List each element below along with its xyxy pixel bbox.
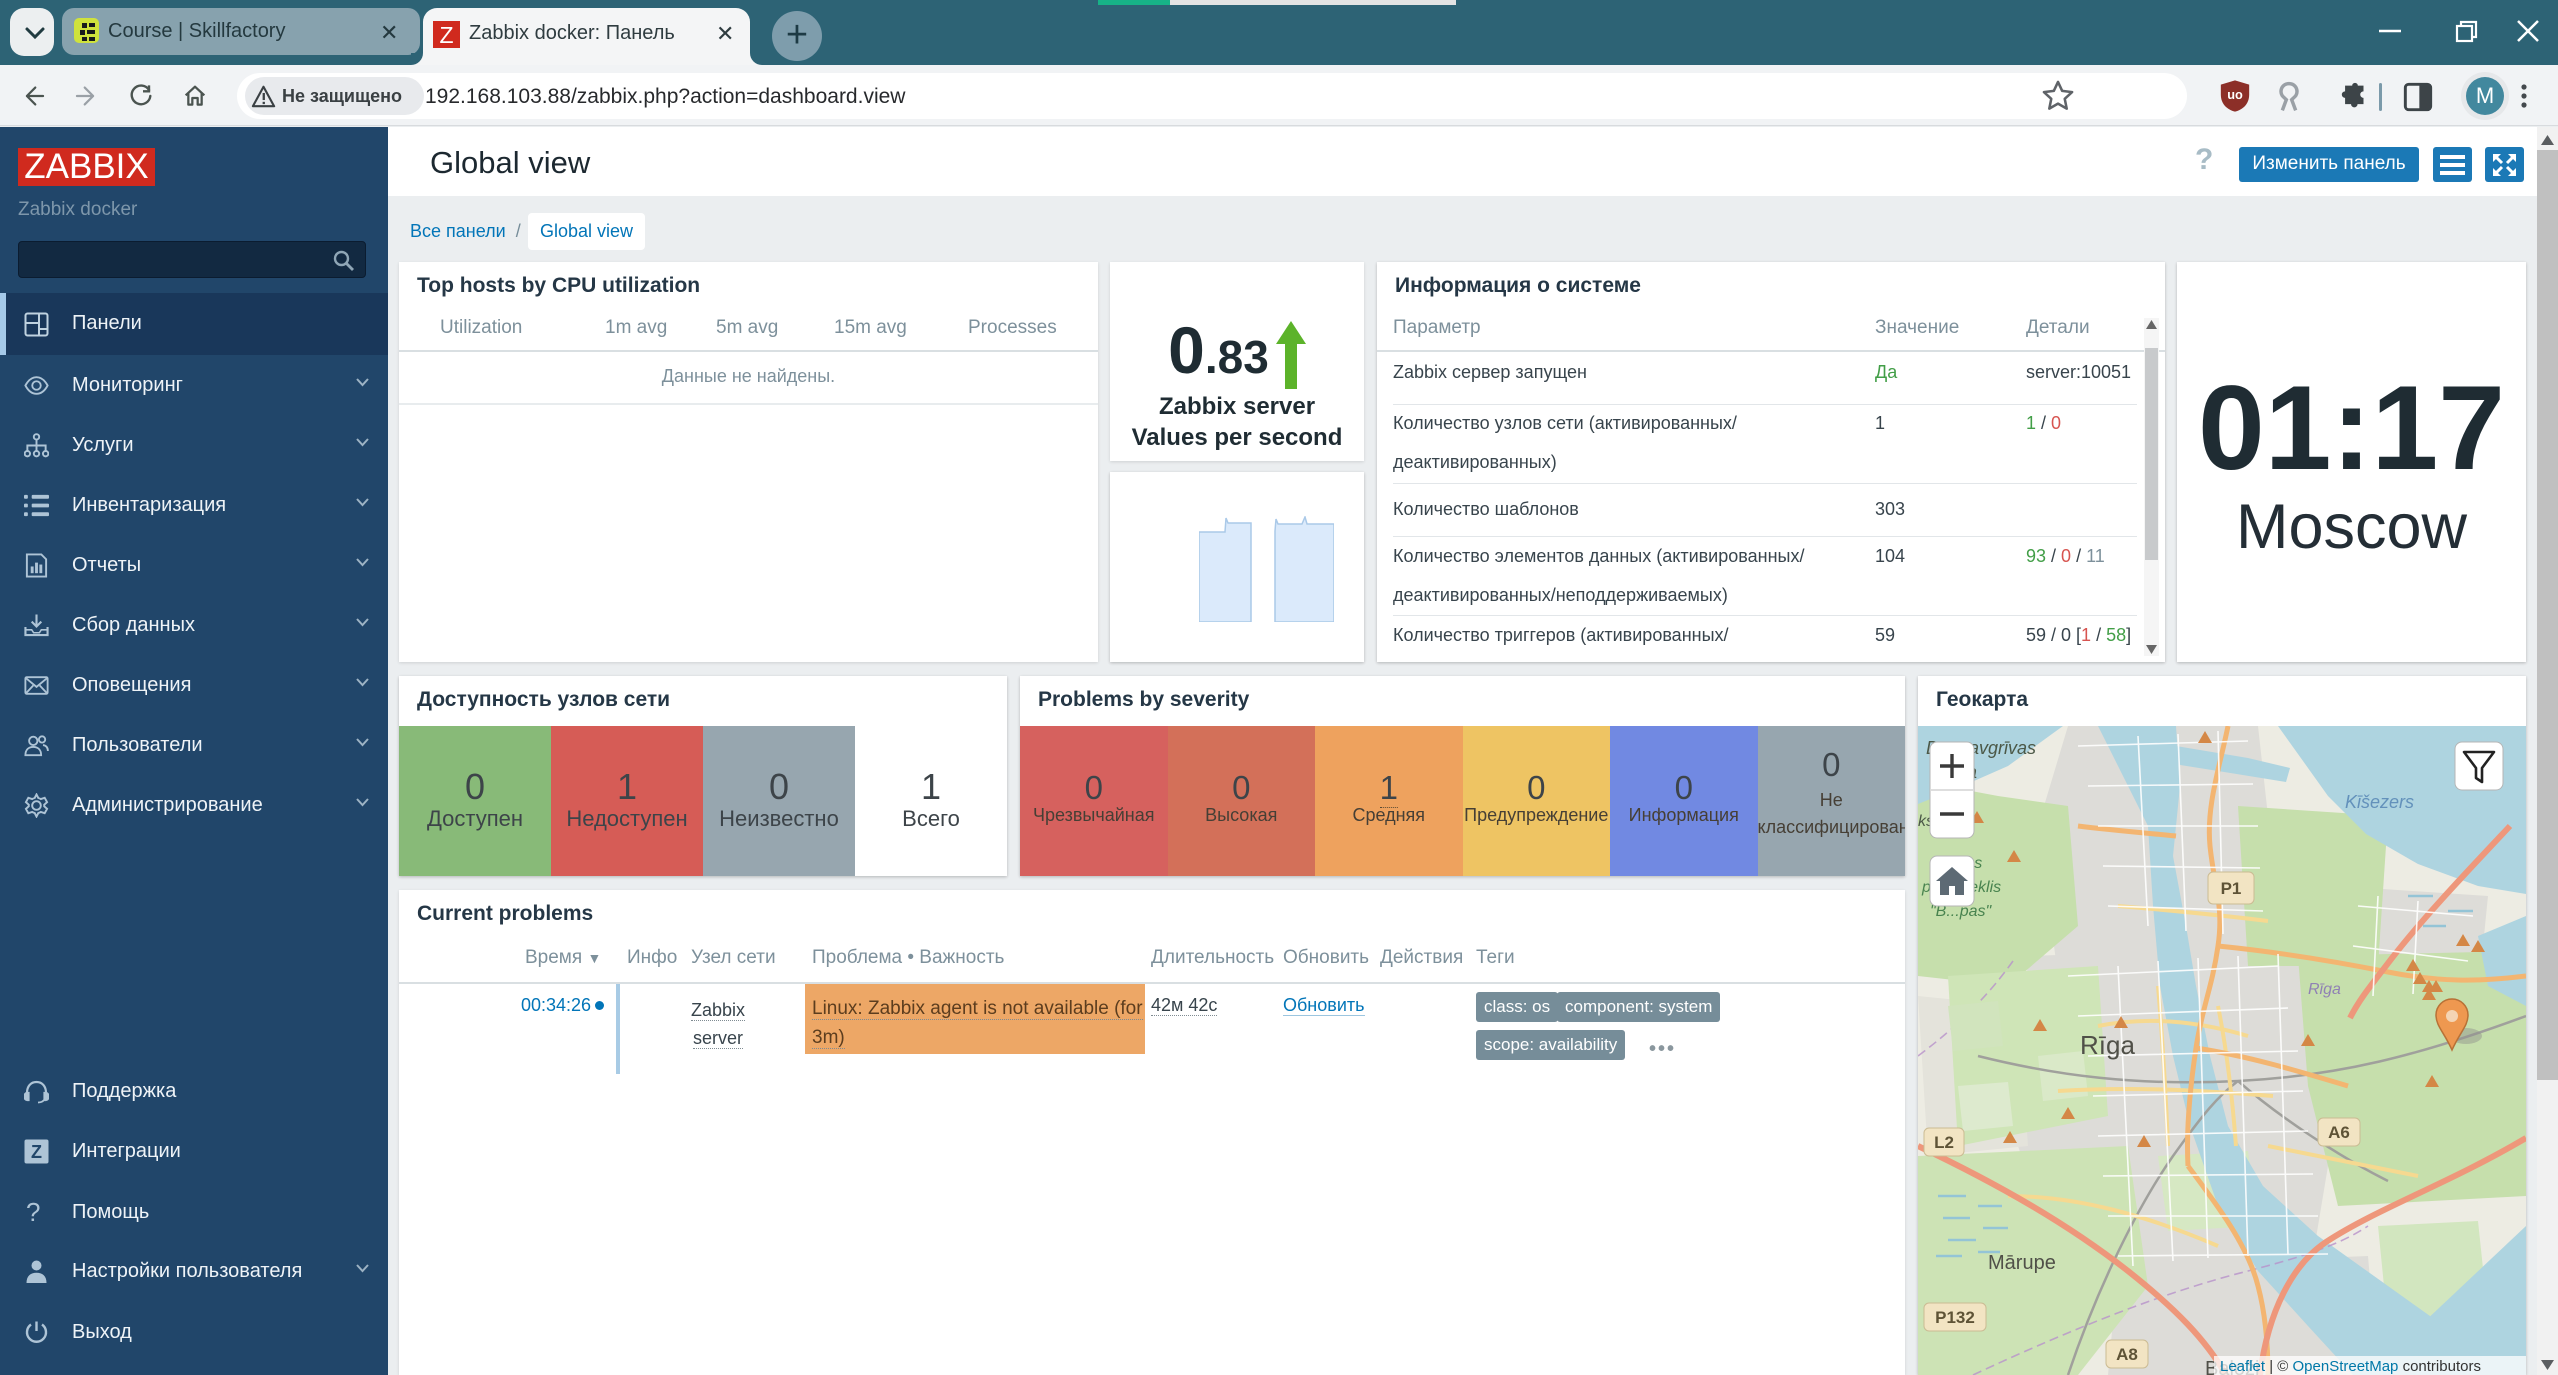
svg-text:Leaflet | © OpenStreetMap cont: Leaflet | © OpenStreetMap contributors xyxy=(2220,1358,2481,1375)
svg-text:Z: Z xyxy=(31,1142,42,1162)
svg-text:uo: uo xyxy=(2227,87,2243,102)
